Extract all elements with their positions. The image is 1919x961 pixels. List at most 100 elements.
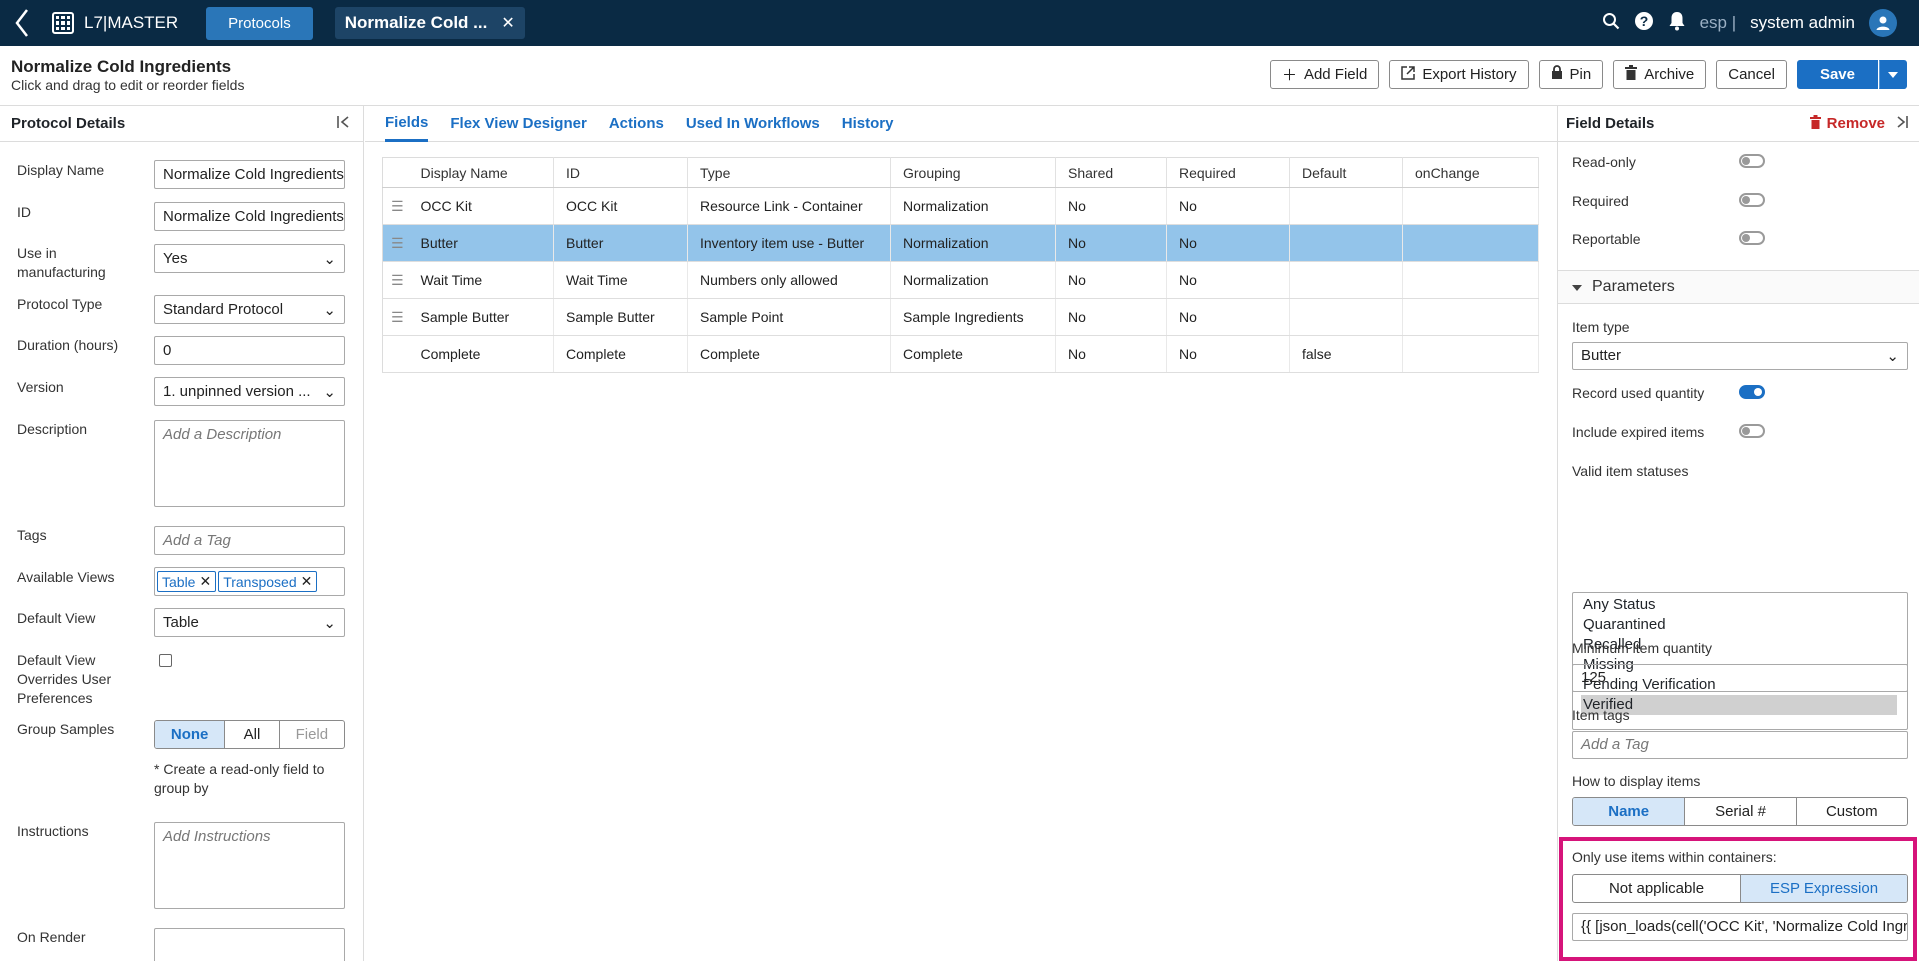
- instructions-textarea[interactable]: Add Instructions: [154, 822, 345, 909]
- table-cell: No: [1166, 224, 1290, 262]
- table-cell: Normalization: [890, 187, 1056, 225]
- archive-button[interactable]: Archive: [1613, 60, 1707, 89]
- table-cell: [1402, 298, 1539, 336]
- read-only-toggle[interactable]: [1739, 154, 1765, 168]
- display-items-toggle: Name Serial # Custom: [1572, 797, 1908, 826]
- column-header[interactable]: onChange: [1402, 157, 1539, 188]
- view-chip-transposed: Transposed ✕: [218, 571, 318, 592]
- column-header[interactable]: Default: [1289, 157, 1403, 188]
- save-options-chevron-down-icon[interactable]: [1879, 60, 1907, 89]
- column-header[interactable]: ID: [553, 157, 688, 188]
- table-row[interactable]: ☰ Sample Butter Sample Butter Sample Poi…: [382, 298, 1539, 336]
- display-custom-option[interactable]: Custom: [1795, 798, 1907, 825]
- item-type-select[interactable]: Butter ⌄: [1572, 342, 1908, 370]
- reportable-label: Reportable: [1572, 231, 1641, 247]
- drag-handle-icon[interactable]: ☰: [382, 224, 419, 262]
- available-views-label: Available Views: [17, 569, 115, 585]
- add-field-button[interactable]: ＋ Add Field: [1269, 60, 1380, 89]
- app-logo[interactable]: L7|MASTER: [44, 0, 196, 46]
- status-option[interactable]: Quarantined: [1573, 615, 1907, 635]
- back-icon[interactable]: [0, 0, 44, 46]
- column-header[interactable]: Required: [1166, 157, 1290, 188]
- group-all-option[interactable]: All: [224, 721, 278, 748]
- table-cell: No: [1166, 335, 1290, 373]
- table-cell: [1289, 224, 1403, 262]
- display-name-option[interactable]: Name: [1573, 798, 1685, 825]
- column-header[interactable]: Shared: [1055, 157, 1167, 188]
- id-input[interactable]: Normalize Cold Ingredients: [154, 202, 345, 231]
- table-row[interactable]: ☰ Wait Time Wait Time Numbers only allow…: [382, 261, 1539, 299]
- avatar-icon[interactable]: [1869, 9, 1897, 37]
- drag-handle-icon[interactable]: ☰: [382, 261, 419, 299]
- use-in-manufacturing-select[interactable]: Yes ⌄: [154, 244, 345, 273]
- collapse-panel-icon[interactable]: [337, 115, 351, 133]
- tab-history[interactable]: History: [842, 106, 894, 142]
- required-toggle[interactable]: [1739, 193, 1765, 207]
- table-cell: No: [1055, 298, 1167, 336]
- display-serial-option[interactable]: Serial #: [1684, 798, 1795, 825]
- version-value: 1. unpinned version ...: [163, 383, 311, 400]
- help-icon[interactable]: ?: [1634, 11, 1654, 36]
- description-textarea[interactable]: Add a Description: [154, 420, 345, 507]
- export-history-button[interactable]: Export History: [1389, 60, 1529, 89]
- caret-down-icon: [1572, 278, 1582, 296]
- tab-fields[interactable]: Fields: [385, 106, 429, 142]
- minimum-quantity-input[interactable]: 125: [1572, 664, 1908, 692]
- table-cell: No: [1166, 261, 1290, 299]
- table-cell: OCC Kit: [553, 187, 688, 225]
- reportable-toggle[interactable]: [1739, 231, 1765, 245]
- table-row[interactable]: Complete Complete Complete Complete No N…: [382, 335, 1539, 373]
- parameters-section-header[interactable]: Parameters: [1558, 270, 1919, 304]
- column-header[interactable]: Display Name: [418, 157, 554, 188]
- pin-button[interactable]: Pin: [1538, 60, 1604, 89]
- item-tags-input[interactable]: Add a Tag: [1572, 731, 1908, 759]
- column-header[interactable]: Grouping: [890, 157, 1056, 188]
- duration-input[interactable]: 0: [154, 336, 345, 365]
- remove-chip-icon[interactable]: ✕: [301, 573, 313, 590]
- protocols-nav-button[interactable]: Protocols: [206, 6, 313, 40]
- remove-button[interactable]: Remove: [1809, 114, 1885, 133]
- table-row[interactable]: ☰ OCC Kit OCC Kit Resource Link - Contai…: [382, 187, 1539, 225]
- group-none-option[interactable]: None: [155, 721, 225, 748]
- version-select[interactable]: 1. unpinned version ... ⌄: [154, 377, 345, 406]
- remove-chip-icon[interactable]: ✕: [199, 573, 211, 590]
- include-expired-toggle[interactable]: [1739, 424, 1765, 438]
- default-view-label: Default View: [17, 610, 96, 626]
- pin-label: Pin: [1569, 66, 1592, 83]
- close-tab-icon[interactable]: ✕: [501, 13, 514, 33]
- tab-actions[interactable]: Actions: [609, 106, 664, 142]
- drag-handle-icon[interactable]: ☰: [382, 298, 419, 336]
- on-render-input[interactable]: [154, 928, 345, 961]
- save-button[interactable]: Save: [1796, 60, 1878, 89]
- default-view-overrides-checkbox[interactable]: [159, 654, 172, 667]
- notifications-bell-icon[interactable]: [1668, 11, 1686, 36]
- user-name[interactable]: system admin: [1750, 13, 1855, 33]
- cancel-button[interactable]: Cancel: [1716, 60, 1787, 89]
- search-icon[interactable]: [1602, 12, 1620, 35]
- column-header[interactable]: Type: [687, 157, 891, 188]
- record-used-quantity-toggle[interactable]: [1739, 385, 1765, 399]
- collapse-right-panel-icon[interactable]: [1895, 115, 1909, 133]
- table-cell: No: [1055, 335, 1167, 373]
- table-cell: No: [1055, 187, 1167, 225]
- minimum-quantity-label: Minimum item quantity: [1572, 640, 1713, 656]
- default-view-select[interactable]: Table ⌄: [154, 608, 345, 637]
- display-items-label: How to display items: [1572, 773, 1701, 789]
- available-views-input[interactable]: Table ✕ Transposed ✕: [154, 567, 345, 596]
- tab-flex-view-designer[interactable]: Flex View Designer: [450, 106, 586, 142]
- status-option[interactable]: Any Status: [1573, 595, 1907, 615]
- table-cell: No: [1166, 187, 1290, 225]
- tags-input[interactable]: Add a Tag: [154, 526, 345, 555]
- table-cell: Complete: [687, 335, 891, 373]
- display-name-input[interactable]: Normalize Cold Ingredients: [154, 160, 345, 189]
- drag-handle-icon[interactable]: ☰: [382, 187, 419, 225]
- open-tab[interactable]: Normalize Cold ... ✕: [334, 7, 525, 39]
- table-row-selected[interactable]: ☰ Butter Butter Inventory item use - But…: [382, 224, 1539, 262]
- table-cell: false: [1289, 335, 1403, 373]
- language-selector[interactable]: esp |: [1700, 13, 1737, 33]
- group-field-option[interactable]: Field: [278, 721, 344, 748]
- tab-used-in-workflows[interactable]: Used In Workflows: [686, 106, 820, 142]
- open-tab-label: Normalize Cold ...: [344, 13, 488, 32]
- protocol-type-select[interactable]: Standard Protocol ⌄: [154, 295, 345, 324]
- protocol-details-panel: Protocol Details Display Name Normalize …: [0, 106, 364, 961]
